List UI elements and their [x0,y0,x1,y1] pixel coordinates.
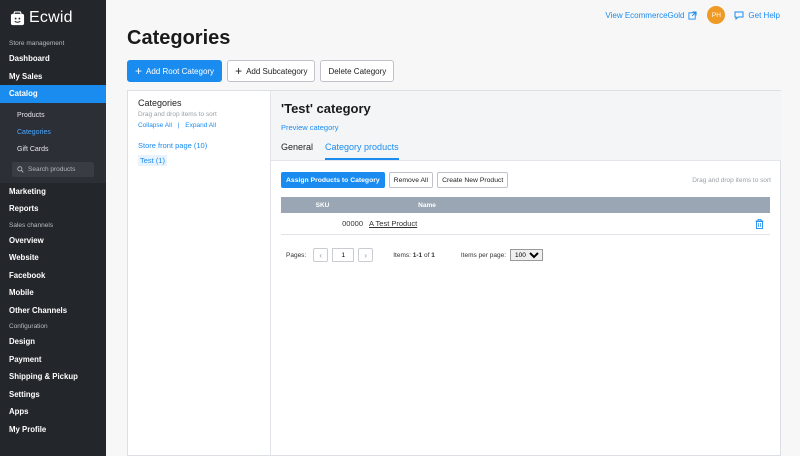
assign-products-button[interactable]: Assign Products to Category [281,172,385,188]
category-title: 'Test' category [281,101,371,116]
add-root-category-label: Add Root Category [146,66,215,76]
column-header-name[interactable]: Name [364,202,490,209]
view-store-link[interactable]: View EcommerceGold [605,11,697,20]
delete-category-button[interactable]: Delete Category [320,60,395,82]
sidebar-item-shipping-pickup[interactable]: Shipping & Pickup [0,368,106,386]
items-total: 1 [431,251,435,259]
category-details: 'Test' category Preview category General… [271,91,781,456]
items-of: of [423,251,430,259]
categories-panel: Categories Drag and drop items to sort C… [127,90,781,456]
get-help-label: Get Help [748,10,780,20]
search-icon [17,165,24,173]
sidebar-item-dashboard[interactable]: Dashboard [0,50,106,68]
per-page-label: Items per page: [460,251,507,259]
product-name-link[interactable]: A Test Product [369,219,417,228]
section-configuration: Configuration [9,323,48,330]
category-tree: Categories Drag and drop items to sort C… [128,91,271,456]
sidebar-item-my-sales[interactable]: My Sales [0,68,106,86]
chevron-left-icon: ‹ [319,250,323,260]
catalog-submenu: Products Categories Gift Cards [0,102,106,183]
tab-general[interactable]: General [281,142,313,160]
table-header: SKU Name [281,197,770,213]
external-link-icon [688,10,697,20]
sidebar-item-catalog[interactable]: Catalog [0,85,106,103]
trash-icon[interactable] [755,218,764,229]
sidebar-subitem-categories[interactable]: Categories [0,124,106,141]
cart-logo-icon [10,10,25,25]
sidebar-search[interactable] [12,161,94,177]
items-range: 1-1 [412,251,423,259]
pages-label: Pages: [286,251,307,259]
tree-controls: Collapse All | Expand All [138,122,260,129]
pagination: Pages: ‹ › Items: 1-1 of 1 Items per pag… [286,248,544,262]
topbar: View EcommerceGold PH Get Help [605,5,780,25]
table-row[interactable]: 00000 A Test Product [281,213,770,235]
sidebar-item-apps[interactable]: Apps [0,403,106,421]
view-store-label: View EcommerceGold [605,10,685,20]
sidebar-item-mobile[interactable]: Mobile [0,284,106,302]
category-tabs: General Category products [281,142,411,160]
add-root-category-button[interactable]: + Add Root Category [127,60,223,82]
plus-icon: + [235,64,243,78]
sidebar-subitem-gift-cards[interactable]: Gift Cards [0,141,106,158]
category-tree-title: Categories [138,98,182,108]
sidebar: Ecwid Store management Dashboard My Sale… [0,0,106,456]
items-prefix: Items: [393,251,411,259]
details-header: 'Test' category Preview category General… [271,91,781,161]
get-help-link[interactable]: Get Help [734,11,780,20]
products-toolbar: Assign Products to Category Remove All C… [281,172,771,188]
avatar[interactable]: PH [707,6,726,24]
sidebar-item-marketing[interactable]: Marketing [0,183,106,201]
sidebar-item-payment[interactable]: Payment [0,351,106,369]
sidebar-item-facebook[interactable]: Facebook [0,267,106,285]
chevron-right-icon: › [364,250,368,260]
create-new-product-button[interactable]: Create New Product [437,172,509,188]
sidebar-item-design[interactable]: Design [0,333,106,351]
sidebar-item-overview[interactable]: Overview [0,232,106,250]
section-sales-channels: Sales channels [9,221,54,229]
per-page-select[interactable]: 100 [510,249,544,261]
logo-text: Ecwid [29,9,73,26]
sidebar-item-my-profile[interactable]: My Profile [0,421,106,439]
prev-page-button[interactable]: ‹ [313,248,329,262]
collapse-all-link[interactable]: Collapse All [138,122,172,129]
sidebar-item-website[interactable]: Website [0,249,106,267]
preview-category-link[interactable]: Preview category [281,123,771,132]
expand-all-link[interactable]: Expand All [185,122,216,129]
chat-icon [734,11,744,20]
tree-link-separator: | [177,122,180,129]
sidebar-subitem-products[interactable]: Products [0,107,106,124]
page-number-input[interactable] [332,248,355,262]
category-actions: + Add Root Category + Add Subcategory De… [127,60,399,82]
next-page-button[interactable]: › [358,248,374,262]
column-header-sku[interactable]: SKU [281,202,364,209]
section-store-management: Store management [9,40,65,47]
category-products-table: SKU Name 00000 A Test Product [281,197,770,235]
tree-node-store-front[interactable]: Store front page (10) [138,141,260,150]
logo[interactable]: Ecwid [0,0,106,36]
tree-sort-hint: Drag and drop items to sort [138,111,217,118]
remove-all-button[interactable]: Remove All [388,172,434,188]
sidebar-item-settings[interactable]: Settings [0,386,106,404]
drag-sort-hint: Drag and drop items to sort [692,176,771,184]
product-sku: 00000 [342,219,363,228]
items-count: Items: 1-1 of 1 [393,252,435,259]
page-title: Categories [127,27,231,49]
sidebar-item-reports[interactable]: Reports [0,200,106,218]
tree-node-test[interactable]: Test (1) [138,155,168,166]
add-subcategory-button[interactable]: + Add Subcategory [227,60,316,82]
plus-icon: + [135,64,143,78]
items-per-page: Items per page: 100 [460,249,544,261]
add-subcategory-label: Add Subcategory [246,66,308,76]
tab-category-products[interactable]: Category products [325,142,399,160]
sidebar-item-other-channels[interactable]: Other Channels [0,302,106,320]
search-products-input[interactable] [28,165,88,173]
